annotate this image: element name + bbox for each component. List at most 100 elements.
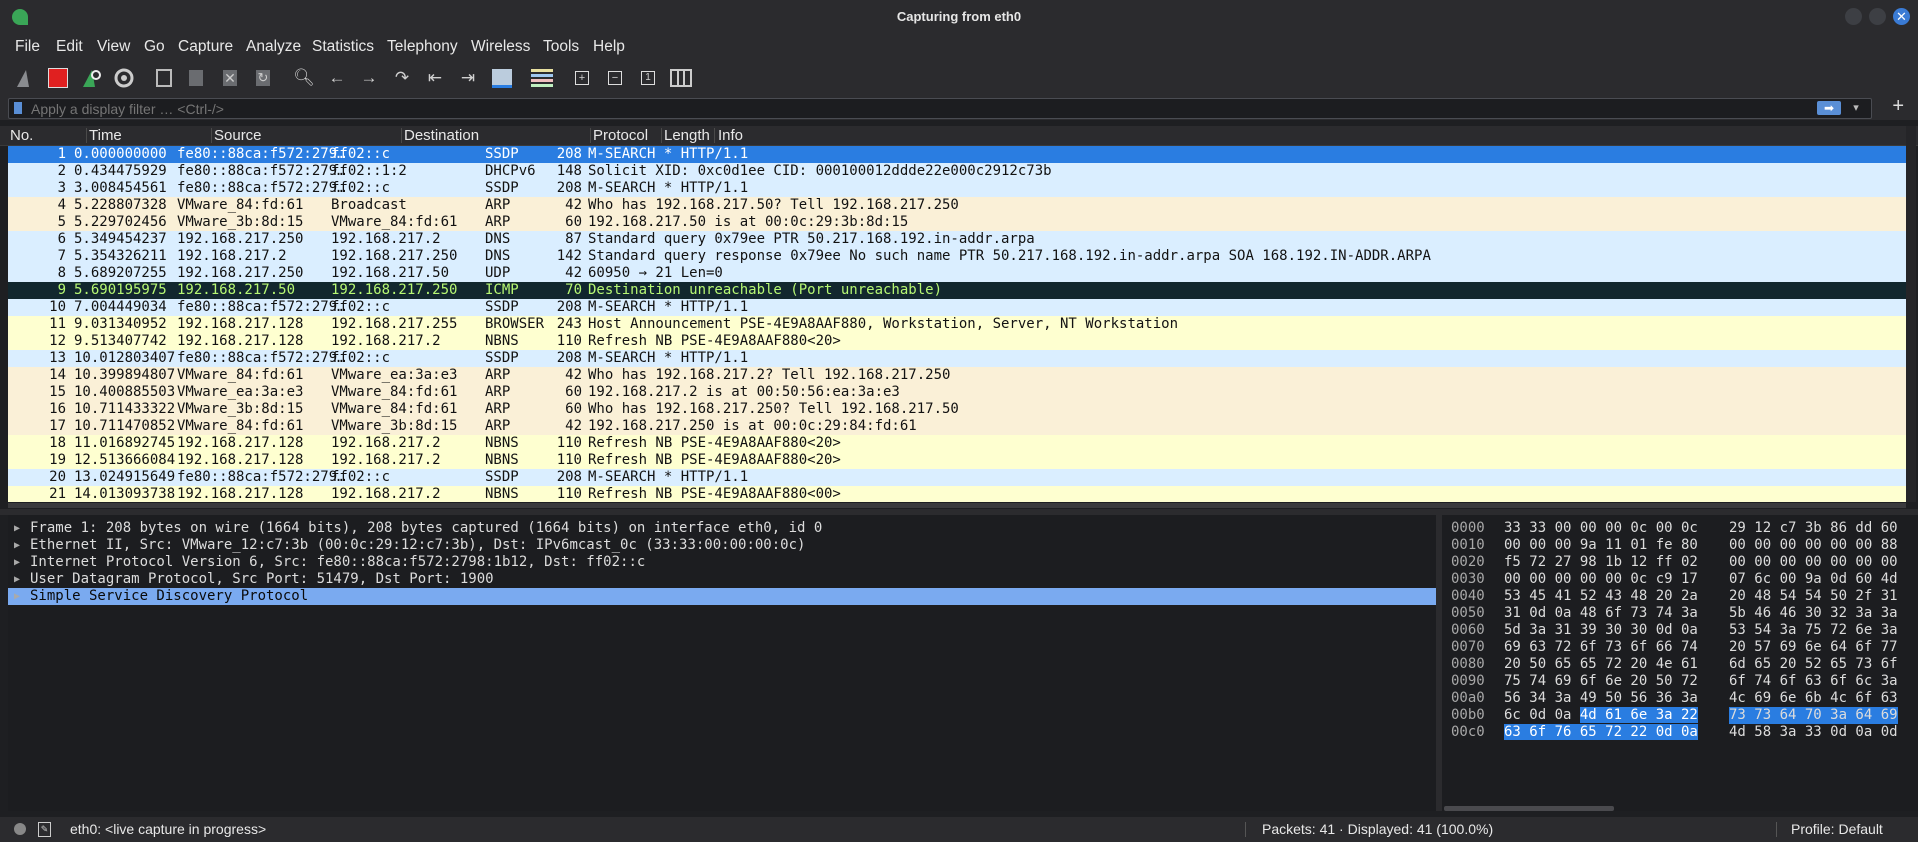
menu-statistics[interactable]: Statistics [312,33,374,60]
hex-bytes-right[interactable]: 20 48 54 54 50 2f 31 [1729,588,1898,605]
hex-bytes-left[interactable]: 33 33 00 00 00 0c 00 0c [1504,520,1698,537]
menu-wireless[interactable]: Wireless [471,33,530,60]
hex-bytes-right[interactable]: 4d 58 3a 33 0d 0a 0d [1729,724,1898,741]
go-forward-icon[interactable]: → [355,64,383,92]
hex-bytes-left[interactable]: 20 50 65 65 72 20 4e 61 [1504,656,1698,673]
colorize-icon[interactable] [528,64,556,92]
packet-row[interactable]: 9 5.690195975 192.168.217.50 192.168.217.25… [8,282,1906,299]
close-button[interactable]: ✕ [1893,8,1910,25]
detail-tree-item[interactable]: ▶ User Datagram Protocol, Src Port: 51479… [8,571,1436,588]
go-last-icon[interactable]: ⇥ [454,64,482,92]
hex-bytes-right[interactable]: 4c 69 6e 6b 4c 6f 63 [1729,690,1898,707]
expand-arrow-icon[interactable]: ▶ [14,520,20,537]
packet-row[interactable]: 14 10.399894807 VMware_84:fd:61 VMware_ea:3… [8,367,1906,384]
hex-bytes-left[interactable]: 53 45 41 52 43 48 20 2a [1504,588,1698,605]
display-filter-input[interactable] [31,99,1811,118]
detail-tree-item[interactable]: ▶ Frame 1: 208 bytes on wire (1664 bits),… [8,520,1436,537]
hex-bytes-left[interactable]: 00 00 00 9a 11 01 fe 80 [1504,537,1698,554]
menu-telephony[interactable]: Telephony [387,33,458,60]
expand-arrow-icon[interactable]: ▶ [14,588,20,605]
close-file-icon[interactable]: ✕ [216,64,244,92]
expert-info-icon[interactable] [14,823,26,835]
hex-bytes-left[interactable]: 31 0d 0a 48 6f 73 74 3a [1504,605,1698,622]
hex-bytes-right[interactable]: 20 57 69 6e 64 6f 77 [1729,639,1898,656]
column-protocol[interactable]: Protocol [593,127,648,144]
capture-comment-icon[interactable]: ✎ [38,822,51,837]
shark-fin-start-icon[interactable] [11,64,39,92]
hex-bytes-right[interactable]: 6f 74 6f 63 6f 6c 3a [1729,673,1898,690]
resize-columns-icon[interactable] [667,64,695,92]
column-info[interactable]: Info [718,127,743,144]
packet-row[interactable]: 7 5.354326211 192.168.217.2 192.168.217.250… [8,248,1906,265]
maximize-button[interactable] [1869,8,1886,25]
hex-bytes-left[interactable]: 75 74 69 6f 6e 20 50 72 [1504,673,1698,690]
detail-tree-item[interactable]: ▶ Internet Protocol Version 6, Src: fe80:… [8,554,1436,571]
column-time[interactable]: Time [89,127,122,144]
hex-bytes-left[interactable]: f5 72 27 98 1b 12 ff 02 [1504,554,1698,571]
status-profile[interactable]: Profile: Default [1791,821,1883,837]
hex-bytes-right[interactable]: 5b 46 46 30 32 3a 3a [1729,605,1898,622]
packet-row[interactable]: 6 5.349454237 192.168.217.250 192.168.217.2… [8,231,1906,248]
column-source[interactable]: Source [214,127,262,144]
column-length[interactable]: Length [664,127,710,144]
hex-bytes-right[interactable]: 00 00 00 00 00 00 88 [1729,537,1898,554]
menu-help[interactable]: Help [593,33,625,60]
bookmark-icon[interactable] [14,102,22,114]
packet-row[interactable]: 18 11.016892745 192.168.217.128 192.168.217… [8,435,1906,452]
menu-capture[interactable]: Capture [178,33,233,60]
hex-bytes-left[interactable]: 6c 0d 0a 4d 61 6e 3a 22 [1504,707,1698,724]
menu-file[interactable]: File [15,33,40,60]
zoom-out-icon[interactable]: − [601,64,629,92]
hex-bytes-right[interactable]: 6d 65 20 52 65 73 6f [1729,656,1898,673]
packet-row[interactable]: 1 0.000000000 fe80::88ca:f572:279… ff02::c S… [8,146,1906,163]
packet-list[interactable]: 1 0.000000000 fe80::88ca:f572:279… ff02::c S… [8,146,1906,502]
packet-bytes-pane[interactable]: 0000 33 33 00 00 00 0c 00 0c 29 12 c7 3b 8… [1442,515,1918,811]
packet-row[interactable]: 21 14.013093738 192.168.217.128 192.168.217… [8,486,1906,502]
expand-arrow-icon[interactable]: ▶ [14,537,20,554]
capture-options-icon[interactable] [110,64,138,92]
packet-row[interactable]: 17 10.711470852 VMware_84:fd:61 VMware_3b:8… [8,418,1906,435]
menu-tools[interactable]: Tools [543,33,579,60]
autoscroll-icon[interactable] [488,64,516,92]
menu-edit[interactable]: Edit [56,33,83,60]
hex-bytes-right[interactable]: 29 12 c7 3b 86 dd 60 [1729,520,1898,537]
reload-file-icon[interactable]: ↻ [249,64,277,92]
bytes-hscrollbar[interactable] [1444,806,1614,811]
open-file-icon[interactable] [150,64,178,92]
menu-analyze[interactable]: Analyze [246,33,301,60]
find-packet-icon[interactable]: 🔍︎ [290,64,318,92]
restart-capture-icon[interactable] [77,64,105,92]
packet-row[interactable]: 11 9.031340952 192.168.217.128 192.168.217.… [8,316,1906,333]
hex-bytes-left[interactable]: 56 34 3a 49 50 56 36 3a [1504,690,1698,707]
hex-bytes-right[interactable]: 00 00 00 00 00 00 00 [1729,554,1898,571]
stop-capture-icon[interactable] [44,64,72,92]
go-first-icon[interactable]: ⇤ [421,64,449,92]
packet-row[interactable]: 12 9.513407742 192.168.217.128 192.168.217.… [8,333,1906,350]
go-back-icon[interactable]: ← [323,64,351,92]
packet-row[interactable]: 4 5.228807328 VMware_84:fd:61 Broadcast ARP 4… [8,197,1906,214]
add-filter-button-icon[interactable]: + [1892,95,1904,118]
hex-bytes-right[interactable]: 53 54 3a 75 72 6e 3a [1729,622,1898,639]
hex-bytes-right[interactable]: 73 73 64 70 3a 64 69 [1729,707,1898,724]
packet-row[interactable]: 5 5.229702456 VMware_3b:8d:15 VMware_84:fd:… [8,214,1906,231]
packet-row[interactable]: 19 12.513666084 192.168.217.128 192.168.217… [8,452,1906,469]
expand-arrow-icon[interactable]: ▶ [14,554,20,571]
column-no[interactable]: No. [10,127,33,144]
packet-row[interactable]: 8 5.689207255 192.168.217.250 192.168.217.5… [8,265,1906,282]
go-to-packet-icon[interactable]: ↷ [388,64,416,92]
apply-filter-icon[interactable]: ➡ [1817,101,1841,115]
minimize-button[interactable] [1845,8,1862,25]
column-destination[interactable]: Destination [404,127,479,144]
hex-bytes-left[interactable]: 00 00 00 00 00 0c c9 17 [1504,571,1698,588]
detail-tree-item[interactable]: ▶ Simple Service Discovery Protocol [8,588,1436,605]
packet-row[interactable]: 3 3.008454561 fe80::88ca:f572:279… ff02::c S… [8,180,1906,197]
menu-go[interactable]: Go [144,33,165,60]
packet-row[interactable]: 13 10.012803407 fe80::88ca:f572:279… ff02::… [8,350,1906,367]
filter-history-dropdown-icon[interactable]: ▾ [1847,99,1865,118]
packet-row[interactable]: 15 10.400885503 VMware_ea:3a:e3 VMware_84:f… [8,384,1906,401]
zoom-in-icon[interactable]: + [568,64,596,92]
packet-row[interactable]: 20 13.024915649 fe80::88ca:f572:279… ff02::… [8,469,1906,486]
menu-view[interactable]: View [97,33,130,60]
detail-tree-item[interactable]: ▶ Ethernet II, Src: VMware_12:c7:3b (00:0… [8,537,1436,554]
hex-bytes-left[interactable]: 69 63 72 6f 73 6f 66 74 [1504,639,1698,656]
